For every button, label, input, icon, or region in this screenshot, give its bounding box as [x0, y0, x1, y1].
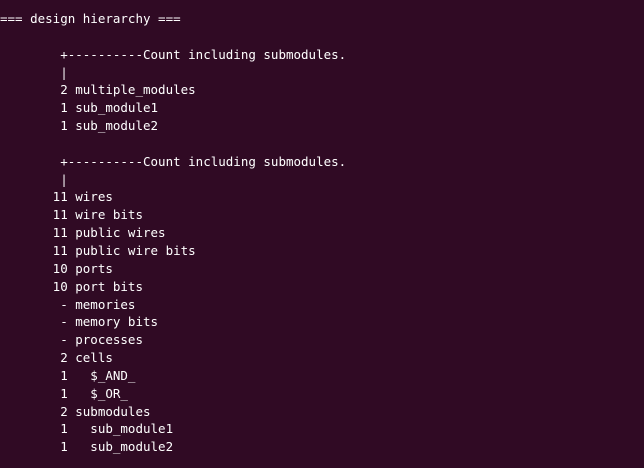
stat-line: 10 port bits	[0, 278, 143, 294]
stat-line: 2 cells	[0, 350, 113, 366]
tree-connector-line: |	[0, 171, 68, 187]
cell-type-line: 1 $_OR_	[0, 385, 128, 401]
submodule-line: 1 sub_module2	[0, 439, 174, 455]
count-header-line: +----------Count including submodules.	[0, 46, 347, 62]
stat-line: 11 public wire bits	[0, 242, 196, 258]
stat-line: 11 wires	[0, 189, 113, 205]
stat-line: 10 ports	[0, 260, 113, 276]
stat-line: - memories	[0, 296, 136, 312]
module-count-line: 1 sub_module1	[0, 100, 159, 116]
terminal-output[interactable]: === design hierarchy === +----------Coun…	[0, 0, 644, 468]
stat-line: 11 wire bits	[0, 207, 143, 223]
stat-line: - memory bits	[0, 314, 159, 330]
count-header-line: +----------Count including submodules.	[0, 153, 347, 169]
cell-type-line: 1 $_AND_	[0, 367, 136, 383]
tree-connector-line: |	[0, 64, 68, 80]
stat-line: 2 submodules	[0, 403, 151, 419]
module-count-line: 1 sub_module2	[0, 118, 159, 134]
submodule-line: 1 sub_module1	[0, 421, 174, 437]
stat-line: 11 public wires	[0, 225, 166, 241]
header-line: === design hierarchy ===	[0, 11, 181, 26]
module-count-line: 2 multiple_modules	[0, 82, 196, 98]
stat-line: - processes	[0, 332, 143, 348]
